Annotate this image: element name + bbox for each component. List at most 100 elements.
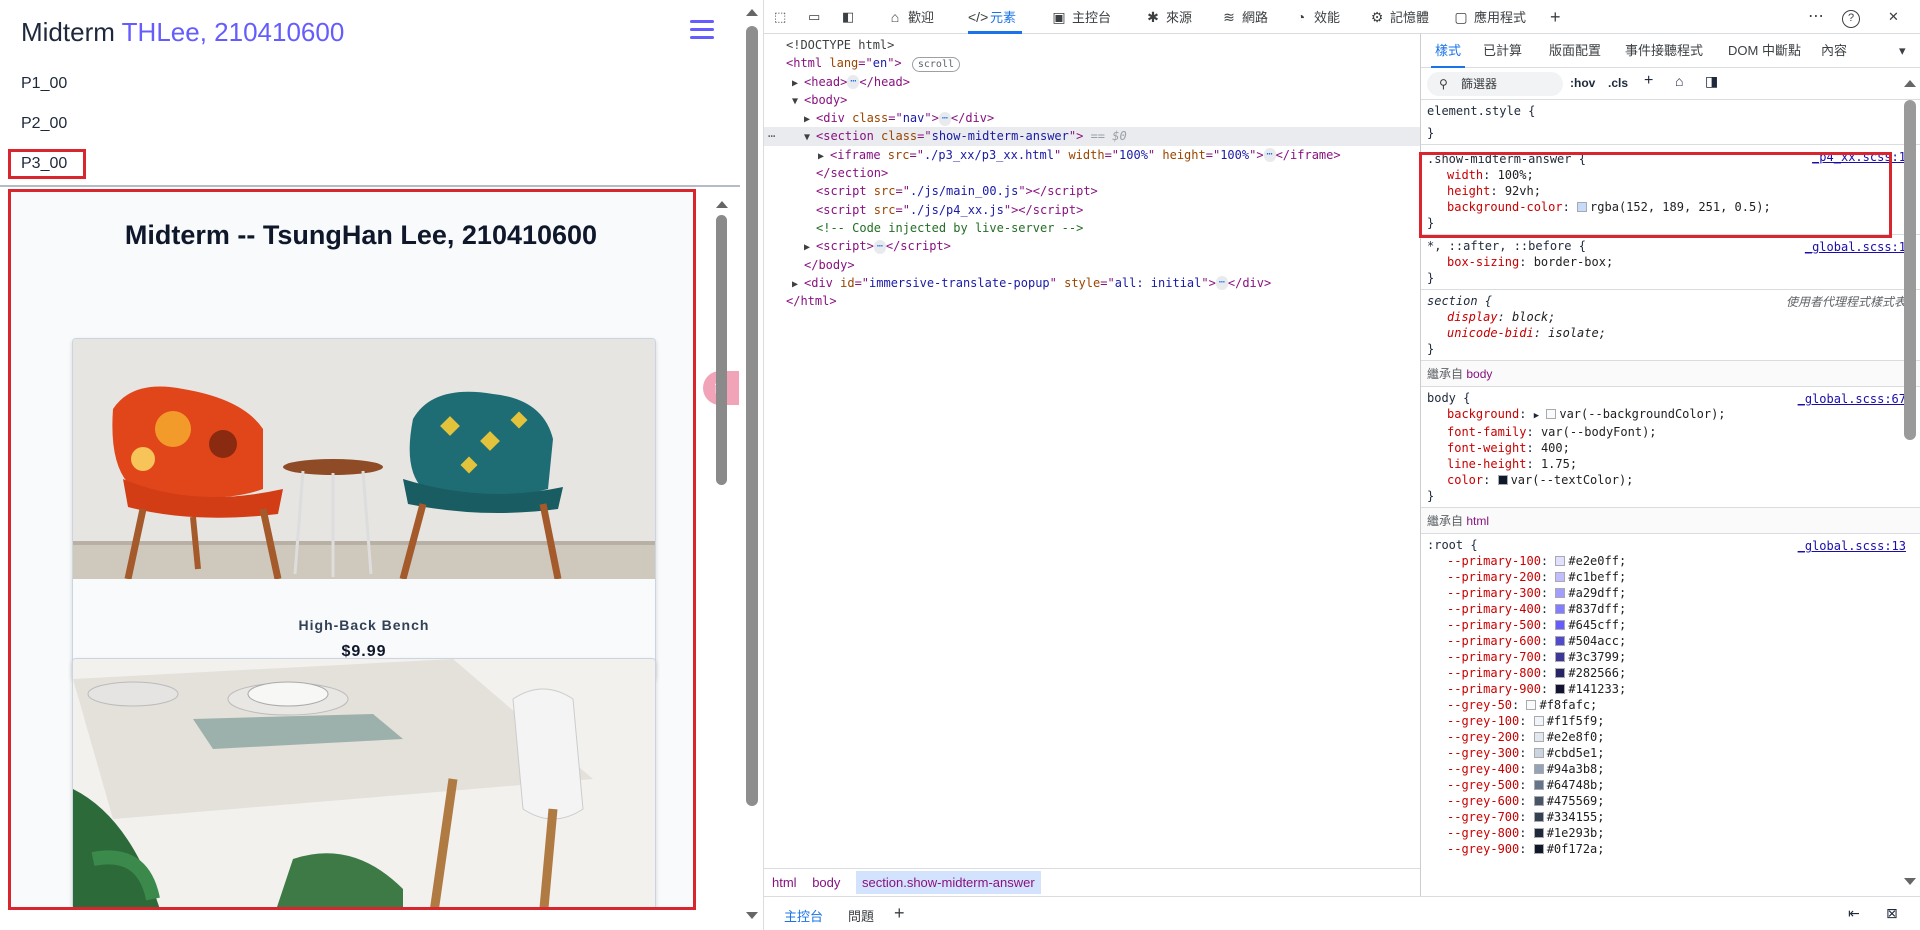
css-variable[interactable]: --grey-700: #334155; <box>1427 809 1914 825</box>
source-link[interactable]: _global.scss:67 <box>1798 391 1906 407</box>
css-variable[interactable]: --grey-50: #f8fafc; <box>1427 697 1914 713</box>
cls-toggle[interactable]: .cls <box>1608 76 1628 90</box>
color-swatch[interactable] <box>1533 716 1544 726</box>
styles-scrollbar[interactable] <box>1900 72 1920 896</box>
help-icon[interactable]: ? <box>1842 0 1860 34</box>
source-link[interactable]: _global.scss:1 <box>1805 239 1906 255</box>
color-swatch[interactable] <box>1555 652 1566 662</box>
more-options-icon[interactable]: ⋯ <box>1808 0 1824 34</box>
dom-doctype[interactable]: <!DOCTYPE html> <box>764 36 1420 54</box>
breadcrumb-html[interactable]: html <box>772 875 797 890</box>
close-drawer-icon[interactable]: ⊠ <box>1886 905 1898 922</box>
dom-popup-div[interactable]: ▶ <div id="immersive-translate-popup" sty… <box>764 274 1420 292</box>
tab-memory[interactable]: ⚙ 記憶體 <box>1368 0 1429 34</box>
styles-scroll-up-icon[interactable] <box>1904 80 1916 87</box>
product-card[interactable]: High-Back Bench $9.99 <box>72 338 656 680</box>
page-scroll-down-icon[interactable] <box>746 912 758 919</box>
color-swatch[interactable] <box>1533 796 1544 806</box>
page-scroll-up-icon[interactable] <box>746 9 758 16</box>
scroll-badge[interactable]: scroll <box>911 57 960 73</box>
dock-side-icon[interactable]: ◧ <box>842 0 854 34</box>
dom-iframe[interactable]: ▶ <iframe src="./p3_xx/p3_xx.html" width=… <box>764 146 1420 164</box>
color-swatch[interactable] <box>1533 780 1544 790</box>
color-swatch[interactable] <box>1533 812 1544 822</box>
dom-body[interactable]: ▼ <body> <box>764 91 1420 109</box>
css-variable[interactable]: --grey-300: #cbd5e1; <box>1427 745 1914 761</box>
color-swatch[interactable] <box>1533 764 1544 774</box>
css-variable[interactable]: --grey-400: #94a3b8; <box>1427 761 1914 777</box>
css-variable[interactable]: --grey-500: #64748b; <box>1427 777 1914 793</box>
tab-dom-breakpoints[interactable]: DOM 中斷點 <box>1728 34 1801 68</box>
iframe-scroll-up-icon[interactable] <box>716 201 728 208</box>
tab-overflow-icon[interactable]: ▾ <box>1899 34 1906 68</box>
color-swatch[interactable] <box>1533 828 1544 838</box>
color-swatch[interactable] <box>1555 636 1566 646</box>
tab-sources[interactable]: ✱ 來源 <box>1144 0 1192 34</box>
color-swatch[interactable] <box>1497 475 1508 485</box>
dom-section-close[interactable]: </section> <box>764 164 1420 182</box>
color-swatch[interactable] <box>1555 604 1566 614</box>
dom-script-injected[interactable]: ▶ <script> ⋯ </script> <box>764 237 1420 255</box>
css-variable[interactable]: --grey-900: #0f172a; <box>1427 841 1914 857</box>
color-swatch[interactable] <box>1555 572 1566 582</box>
source-link[interactable]: _global.scss:13 <box>1798 538 1906 554</box>
drawer-tab-console[interactable]: 主控台 <box>784 906 823 925</box>
device-toolbar-icon[interactable]: ▭ <box>808 0 820 34</box>
rule-root[interactable]: :root { _global.scss:13 --primary-100: #… <box>1421 534 1920 860</box>
inspect-element-icon[interactable]: ⬚ <box>774 0 786 34</box>
tab-styles[interactable]: 樣式 <box>1430 34 1466 68</box>
undock-drawer-icon[interactable]: ⇤ <box>1848 905 1860 922</box>
css-variable[interactable]: --primary-100: #e2e0ff; <box>1427 553 1914 569</box>
rule-section-ua[interactable]: section { 使用者代理程式樣式表 display: block; uni… <box>1421 290 1920 361</box>
css-variable[interactable]: --primary-900: #141233; <box>1427 681 1914 697</box>
hov-toggle[interactable]: :hov <box>1570 76 1595 90</box>
styles-scroll-down-icon[interactable] <box>1904 878 1916 885</box>
color-swatch[interactable] <box>1533 748 1544 758</box>
color-swatch[interactable] <box>1533 732 1544 742</box>
tab-properties[interactable]: 內容 <box>1821 34 1847 68</box>
tab-event-listeners[interactable]: 事件接聽程式 <box>1625 34 1703 68</box>
iframe-scrollbar-thumb[interactable] <box>716 215 727 485</box>
color-swatch[interactable] <box>1555 588 1566 598</box>
rule-universal[interactable]: *, ::after, ::before { _global.scss:1 bo… <box>1421 235 1920 290</box>
color-swatch[interactable] <box>1555 668 1566 678</box>
tab-elements[interactable]: </> 元素 <box>968 0 1023 34</box>
page-scrollbar-thumb[interactable] <box>746 26 758 806</box>
css-variable[interactable]: --primary-700: #3c3799; <box>1427 649 1914 665</box>
add-tab-button[interactable]: + <box>1550 0 1561 34</box>
tab-performance[interactable]: ◔ 效能 <box>1292 0 1340 34</box>
drawer-tab-issues[interactable]: 問題 <box>848 906 874 925</box>
breadcrumb-body[interactable]: body <box>812 875 840 890</box>
dom-comment[interactable]: <!-- Code injected by live-server --> <box>764 219 1420 237</box>
computed-sidebar-icon[interactable]: ◨ <box>1705 73 1718 90</box>
dom-body-close[interactable]: </body> <box>764 256 1420 274</box>
tab-application[interactable]: ▢ 應用程式 <box>1452 0 1526 34</box>
tab-layout[interactable]: 版面配置 <box>1549 34 1601 68</box>
css-variable[interactable]: --grey-800: #1e293b; <box>1427 825 1914 841</box>
dom-head[interactable]: ▶ <head> ⋯ </head> <box>764 73 1420 91</box>
css-variable[interactable]: --grey-200: #e2e8f0; <box>1427 729 1914 745</box>
hamburger-menu-icon[interactable] <box>690 20 714 44</box>
new-rule-icon[interactable]: + <box>1644 72 1653 90</box>
css-variable[interactable]: --grey-100: #f1f5f9; <box>1427 713 1914 729</box>
rule-element-style[interactable]: element.style { } <box>1421 100 1920 145</box>
nav-link-p1[interactable]: P1_00 <box>21 75 67 93</box>
dom-html-open[interactable]: <html lang="en"> scroll <box>764 54 1420 73</box>
page-scrollbar[interactable] <box>740 0 764 930</box>
css-variable[interactable]: --grey-600: #475569; <box>1427 793 1914 809</box>
color-swatch[interactable] <box>1546 409 1557 419</box>
tab-computed[interactable]: 已計算 <box>1483 34 1522 68</box>
dom-nav-div[interactable]: ▶ <div class="nav"> ⋯ </div> <box>764 109 1420 127</box>
dom-section-selected[interactable]: ⋯ ▼ <section class="show-midterm-answer"> … <box>764 127 1420 146</box>
breadcrumb-section[interactable]: section.show-midterm-answer <box>856 871 1041 894</box>
tab-console[interactable]: ▣ 主控台 <box>1050 0 1111 34</box>
dom-script-main[interactable]: <script src="./js/main_00.js"></script> <box>764 182 1420 200</box>
css-variable[interactable]: --primary-500: #645cff; <box>1427 617 1914 633</box>
css-variable[interactable]: --primary-400: #837dff; <box>1427 601 1914 617</box>
color-swatch[interactable] <box>1555 684 1566 694</box>
css-variable[interactable]: --primary-600: #504acc; <box>1427 633 1914 649</box>
styles-scrollbar-thumb[interactable] <box>1904 100 1916 440</box>
color-swatch[interactable] <box>1533 844 1544 854</box>
tab-welcome[interactable]: ⌂ 歡迎 <box>886 0 934 34</box>
tab-network[interactable]: ≋ 網路 <box>1220 0 1268 34</box>
